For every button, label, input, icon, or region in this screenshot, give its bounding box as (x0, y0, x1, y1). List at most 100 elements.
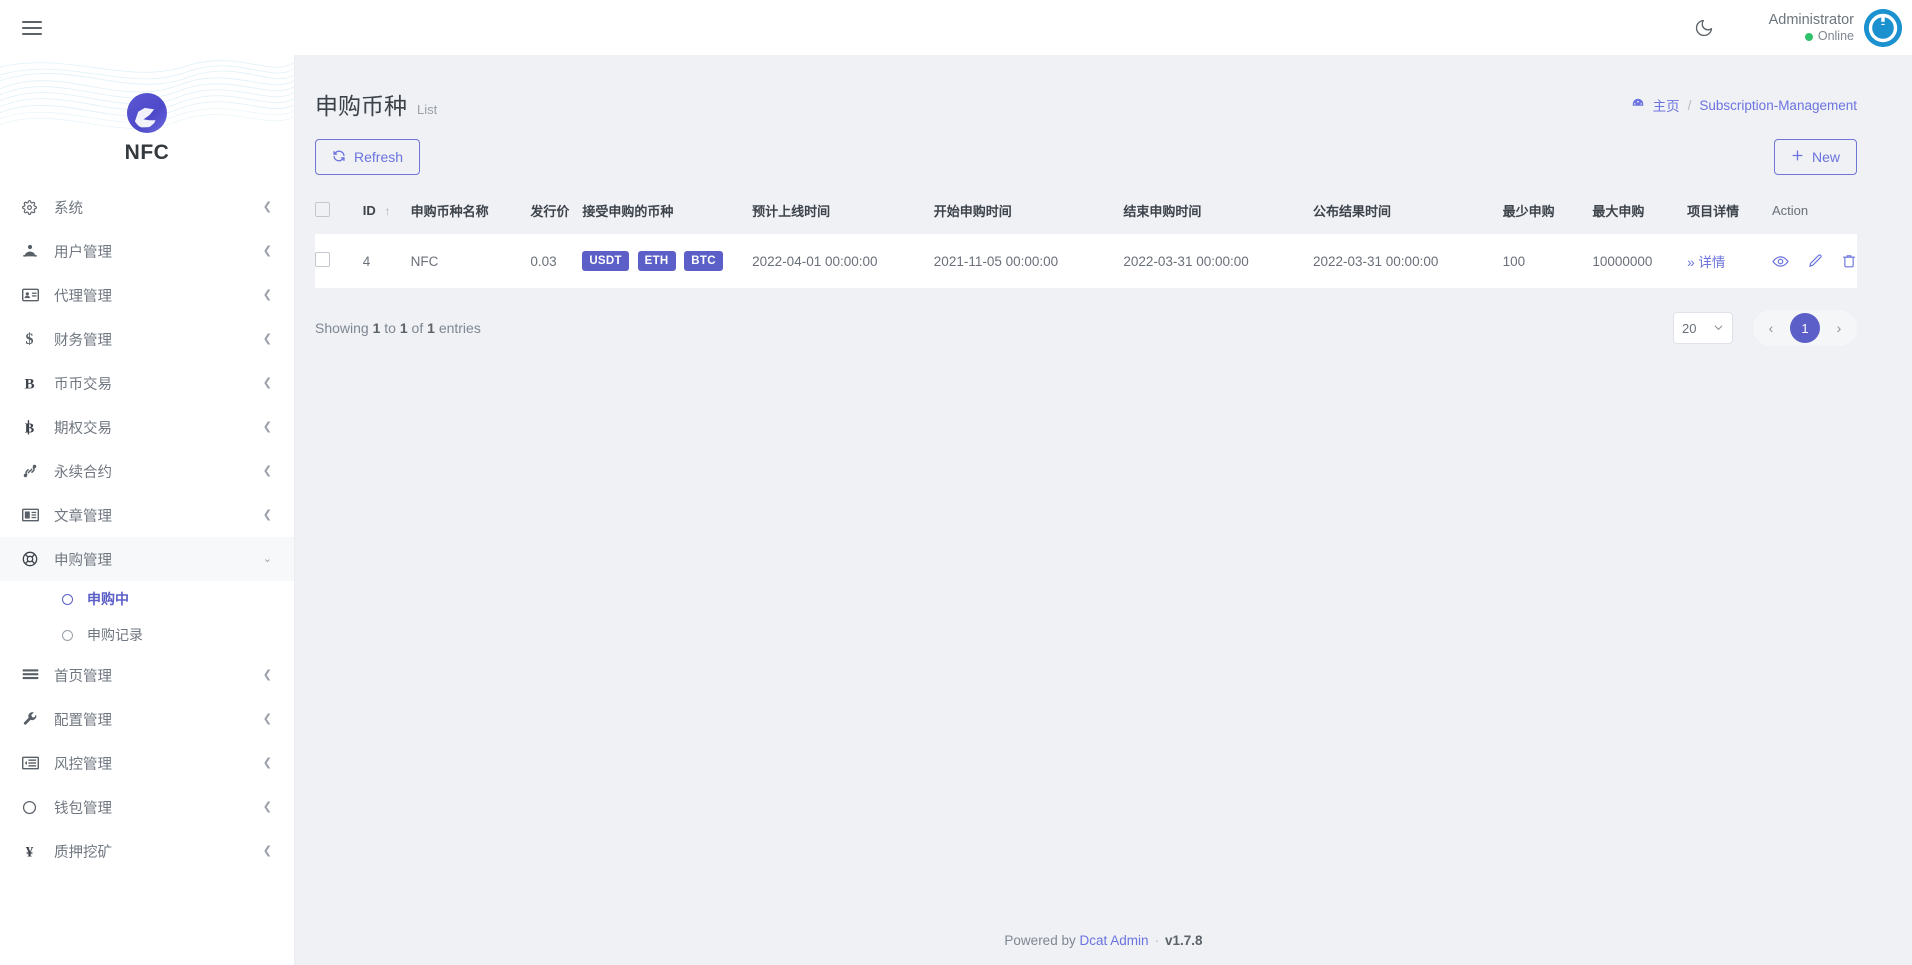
footer-brand-link[interactable]: Dcat Admin (1079, 933, 1148, 948)
user-info: Administrator Online (1769, 11, 1854, 45)
sidebar-subitem-label: 申购中 (87, 589, 129, 609)
sidebar-subitem-subscription-records[interactable]: 申购记录 (0, 617, 294, 653)
sidebar-item-system[interactable]: 系统 ❮ (0, 185, 294, 229)
coin-badge-eth: ETH (638, 251, 676, 271)
user-menu[interactable]: Administrator Online (1769, 9, 1902, 47)
column-accepted-coins[interactable]: 接受申购的币种 (582, 189, 752, 234)
sidebar-subitem-subscribing[interactable]: 申购中 (0, 581, 294, 617)
cell-min-subscription: 100 (1503, 234, 1593, 288)
user-status-label: Online (1818, 29, 1854, 45)
cell-accepted-coins: USDT ETH BTC (582, 234, 752, 288)
sidebar-item-article-management[interactable]: 文章管理 ❮ (0, 493, 294, 537)
lifebuoy-icon (22, 551, 48, 567)
sidebar-item-perpetual-contract[interactable]: 永续合约 ❮ (0, 449, 294, 493)
column-end-time[interactable]: 结束申购时间 (1123, 189, 1313, 234)
table-row[interactable]: 4 NFC 0.03 USDT ETH BTC 2022-04-01 00:00… (315, 234, 1857, 288)
cell-coin-name: NFC (411, 234, 531, 288)
column-start-time[interactable]: 开始申购时间 (934, 189, 1124, 234)
refresh-icon (332, 149, 346, 166)
cell-issue-price: 0.03 (530, 234, 582, 288)
sidebar-item-finance-management[interactable]: $ 财务管理 ❮ (0, 317, 294, 361)
column-announce-time[interactable]: 公布结果时间 (1313, 189, 1503, 234)
select-all-checkbox[interactable] (315, 202, 330, 217)
select-all-cell (315, 189, 363, 234)
newspaper-icon (22, 508, 48, 522)
footer-powered-by: Powered by (1004, 933, 1075, 948)
chevron-right-icon: ❮ (263, 846, 272, 857)
new-button[interactable]: New (1774, 139, 1857, 175)
column-project-detail[interactable]: 项目详情 (1687, 189, 1772, 234)
chevron-right-icon: ❮ (263, 670, 272, 681)
data-table: ID ↑ 申购币种名称 发行价 接受申购的币种 预计上线时间 开始申购时间 结束… (315, 189, 1857, 288)
sidebar-brand[interactable]: NFC (0, 55, 294, 175)
bold-b-icon: B (22, 375, 48, 392)
pencil-icon[interactable] (1807, 253, 1823, 269)
circle-icon (62, 630, 73, 641)
trash-icon[interactable] (1841, 253, 1857, 269)
sidebar-item-wallet-management[interactable]: 钱包管理 ❮ (0, 785, 294, 829)
detail-link-label: 详情 (1698, 255, 1725, 270)
dollar-icon: $ (22, 331, 48, 348)
chevron-right-icon: ❮ (263, 202, 272, 213)
sidebar-item-agent-management[interactable]: 代理管理 ❮ (0, 273, 294, 317)
gear-icon (22, 200, 48, 215)
column-issue-price[interactable]: 发行价 (530, 189, 582, 234)
sidebar-item-subscription-management[interactable]: 申购管理 ⌄ (0, 537, 294, 581)
column-id[interactable]: ID ↑ (363, 189, 411, 234)
footer-separator: · (1155, 933, 1160, 948)
chevron-right-icon: ❮ (263, 334, 272, 345)
sidebar-item-options-trading[interactable]: B 期权交易 ❮ (0, 405, 294, 449)
sidebar-item-user-management[interactable]: 用户管理 ❮ (0, 229, 294, 273)
sidebar: NFC 系统 ❮ 用户管理 ❮ 代理管理 ❮ (0, 55, 295, 965)
sidebar-item-risk-management[interactable]: 风控管理 ❮ (0, 741, 294, 785)
eye-icon[interactable] (1772, 253, 1789, 270)
avatar[interactable] (1864, 9, 1902, 47)
sidebar-item-label: 用户管理 (48, 241, 263, 262)
hamburger-icon[interactable] (14, 10, 50, 46)
page-title: 申购币种 (315, 87, 407, 121)
refresh-button[interactable]: Refresh (315, 139, 420, 175)
sidebar-item-staking-mining[interactable]: ¥ 质押挖矿 ❮ (0, 829, 294, 873)
column-coin-name[interactable]: 申购币种名称 (411, 189, 531, 234)
breadcrumb-home[interactable]: 主页 (1653, 95, 1680, 115)
table-footer: Showing 1 to 1 of 1 entries 20 ‹ 1 › (295, 288, 1912, 346)
brand-name: NFC (125, 141, 170, 165)
column-max-subscription[interactable]: 最大申购 (1592, 189, 1687, 234)
breadcrumb: 主页 / Subscription-Management (1631, 87, 1857, 115)
footer-version: v1.7.8 (1165, 933, 1203, 948)
cell-actions (1772, 234, 1857, 288)
bars-icon (22, 668, 48, 682)
sidebar-item-homepage-management[interactable]: 首页管理 ❮ (0, 653, 294, 697)
refresh-label: Refresh (354, 149, 403, 165)
coin-badge-btc: BTC (684, 251, 723, 271)
cell-expected-online-time: 2022-04-01 00:00:00 (752, 234, 934, 288)
column-min-subscription[interactable]: 最少申购 (1503, 189, 1593, 234)
detail-link[interactable]: » 详情 (1687, 255, 1725, 270)
sidebar-item-coin-trading[interactable]: B 币币交易 ❮ (0, 361, 294, 405)
per-page-select[interactable]: 20 (1673, 312, 1733, 344)
arrow-up-icon[interactable]: ↑ (384, 204, 390, 218)
entries-prefix: Showing (315, 320, 369, 336)
link-chain-icon (22, 463, 48, 479)
dashboard-icon (1631, 97, 1645, 114)
column-expected-online-time[interactable]: 预计上线时间 (752, 189, 934, 234)
sidebar-item-label: 配置管理 (48, 709, 263, 730)
sidebar-submenu-subscription: 申购中 申购记录 (0, 581, 294, 653)
chevron-right-icon: ❮ (263, 422, 272, 433)
table-header-row: ID ↑ 申购币种名称 发行价 接受申购的币种 预计上线时间 开始申购时间 结束… (315, 189, 1857, 234)
chevron-down-icon: ⌄ (263, 554, 272, 565)
top-navbar: Administrator Online (0, 0, 1912, 55)
chevron-right-icon: ❮ (263, 290, 272, 301)
sidebar-item-config-management[interactable]: 配置管理 ❮ (0, 697, 294, 741)
chevron-right-icon[interactable]: › (1824, 313, 1854, 343)
cell-project-detail: » 详情 (1687, 234, 1772, 288)
page-1-button[interactable]: 1 (1790, 313, 1820, 343)
chevron-left-icon[interactable]: ‹ (1756, 313, 1786, 343)
pagination: ‹ 1 › (1753, 310, 1857, 346)
chevron-down-icon (1713, 321, 1724, 336)
table-body: 4 NFC 0.03 USDT ETH BTC 2022-04-01 00:00… (315, 234, 1857, 288)
sidebar-subitem-label: 申购记录 (87, 625, 143, 645)
row-checkbox[interactable] (315, 252, 330, 267)
moon-icon[interactable] (1684, 8, 1724, 48)
main-content: 申购币种 List 主页 / Subscription-Management R… (295, 55, 1912, 965)
